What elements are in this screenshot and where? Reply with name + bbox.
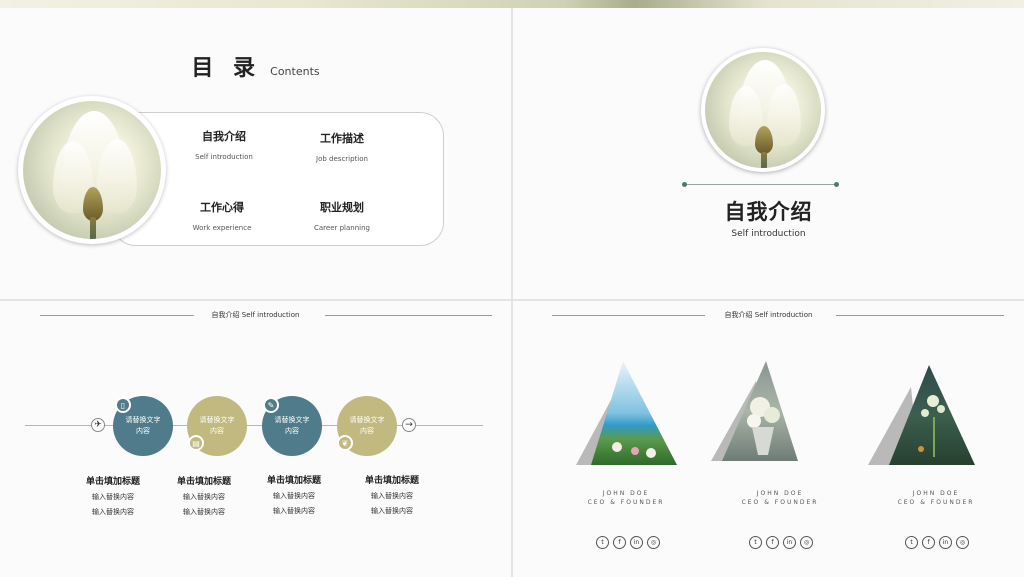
slide-timeline[interactable]: 自我介绍 Self introduction ✈ 请替换文字内容 ▯ 请替换文字… [0,301,511,577]
slide-overview: 目 录 Contents 自我介绍 Self introduction 工作描述… [0,0,1024,577]
instagram-icon[interactable]: ◎ [956,536,969,549]
step-2: 单击填加标题 输入替换内容 输入替换内容 [159,474,249,517]
divider-dot-left [682,182,687,187]
header-line-right [836,315,1004,316]
facebook-icon[interactable]: f [613,536,626,549]
toc-item-label: 工作心得 [200,201,244,214]
member-role: CEO & FOUNDER [741,499,819,506]
toc-item-label: 工作描述 [320,132,364,145]
member-name: JOHN DOE [756,490,804,497]
clipboard-icon: ▯ [115,397,131,413]
rocket-icon[interactable]: ✈ [91,418,105,432]
member-role: CEO & FOUNDER [587,499,665,506]
member-info-1: JOHN DOE CEO & FOUNDER [551,489,701,507]
linkedin-icon[interactable]: in [783,536,796,549]
toc-item-sublabel: Job description [316,155,368,163]
tulip-photo [705,52,821,168]
toc-item-sublabel: Self introduction [195,153,253,161]
toc-item-career-planning[interactable]: 职业规划 Career planning [287,199,397,232]
toc-item-sublabel: Work experience [192,224,252,232]
step-line: 输入替换内容 [183,508,225,516]
plant-photo [868,365,975,465]
instagram-icon[interactable]: ◎ [800,536,813,549]
twitter-icon[interactable]: t [749,536,762,549]
linkedin-icon[interactable]: in [630,536,643,549]
slide-team[interactable]: 自我介绍 Self introduction JOHN DOE CEO & FO… [513,301,1024,577]
member-name: JOHN DOE [912,490,960,497]
pencil-icon: ✎ [263,397,279,413]
document-icon: ▤ [188,435,204,451]
beach-photo [576,361,677,465]
section-photo-frame [701,48,825,172]
bouquet-photo [711,361,798,461]
step-line: 输入替换内容 [371,507,413,515]
toc-item-label: 自我介绍 [202,130,246,143]
linkedin-icon[interactable]: in [939,536,952,549]
slide-section-title[interactable]: 自我介绍 Self introduction [513,0,1024,299]
step-line: 输入替换内容 [92,493,134,501]
member-name: JOHN DOE [602,490,650,497]
member-info-3: JOHN DOE CEO & FOUNDER [861,489,1011,507]
step-line: 输入替换内容 [273,507,315,515]
arrow-right-icon[interactable]: → [402,418,416,432]
toc-item-label: 职业规划 [320,201,364,214]
facebook-icon[interactable]: f [922,536,935,549]
step-heading[interactable]: 单击填加标题 [347,473,437,486]
member-photo-1 [573,357,683,467]
step-line: 输入替换内容 [183,493,225,501]
member-photo-2 [708,357,818,467]
toc-item-job-description[interactable]: 工作描述 Job description [287,130,397,163]
member-role: CEO & FOUNDER [897,499,975,506]
step-line: 输入替换内容 [92,508,134,516]
twitter-icon[interactable]: t [596,536,609,549]
divider-dot-right [834,182,839,187]
member-socials-2: t f in ◎ [749,536,813,549]
top-decor-band [0,0,1024,8]
step-4: 单击填加标题 输入替换内容 输入替换内容 [347,473,437,516]
step-3: 单击填加标题 输入替换内容 输入替换内容 [249,473,339,516]
section-subtitle: Self introduction [731,229,806,239]
header-line-right [325,315,492,316]
member-socials-1: t f in ◎ [596,536,660,549]
slide-contents[interactable]: 目 录 Contents 自我介绍 Self introduction 工作描述… [0,0,511,299]
member-info-2: JOHN DOE CEO & FOUNDER [705,489,855,507]
step-heading[interactable]: 单击填加标题 [159,474,249,487]
toc-photo-frame [18,96,166,244]
tulip-photo [23,101,161,239]
toc-title-cn: 目 录 [191,56,262,81]
member-photo-3 [865,357,975,467]
toc-item-self-intro[interactable]: 自我介绍 Self introduction [169,128,279,161]
leaf-icon: ❦ [337,435,353,451]
step-line: 输入替换内容 [273,492,315,500]
twitter-icon[interactable]: t [905,536,918,549]
member-socials-3: t f in ◎ [905,536,969,549]
step-line: 输入替换内容 [371,492,413,500]
toc-item-sublabel: Career planning [314,224,370,232]
instagram-icon[interactable]: ◎ [647,536,660,549]
section-title: 自我介绍 [724,200,813,224]
step-heading[interactable]: 单击填加标题 [68,474,158,487]
section-divider [685,184,837,185]
step-1: 单击填加标题 输入替换内容 输入替换内容 [68,474,158,517]
toc-title-en: Contents [270,65,320,78]
facebook-icon[interactable]: f [766,536,779,549]
toc-title: 目 录 Contents [0,50,511,82]
step-heading[interactable]: 单击填加标题 [249,473,339,486]
toc-item-work-experience[interactable]: 工作心得 Work experience [167,199,277,232]
